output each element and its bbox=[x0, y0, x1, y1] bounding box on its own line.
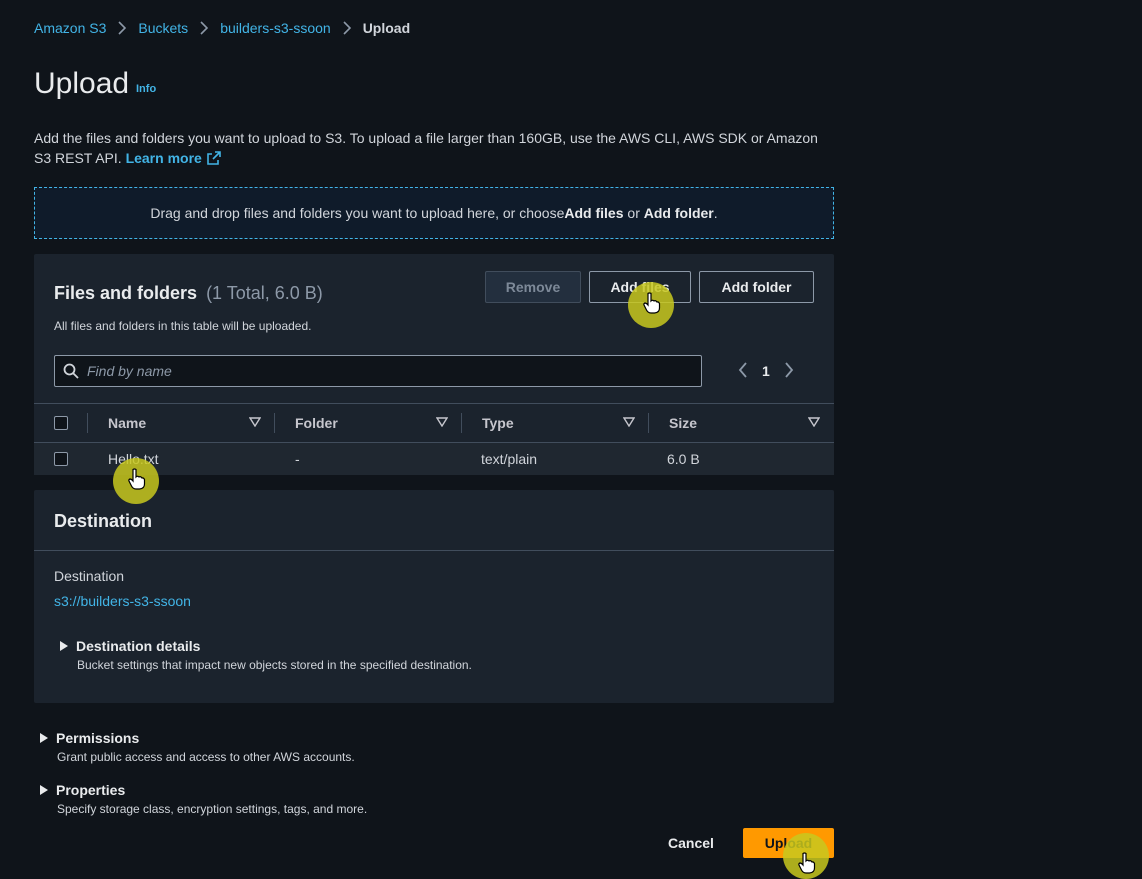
sort-icon[interactable] bbox=[623, 417, 635, 427]
destination-details-desc: Bucket settings that impact new objects … bbox=[77, 658, 472, 672]
dropzone-add-folder: Add folder bbox=[643, 205, 714, 221]
caret-right-icon bbox=[40, 785, 48, 795]
upload-dropzone[interactable]: Drag and drop files and folders you want… bbox=[34, 187, 834, 239]
breadcrumb-current: Upload bbox=[362, 20, 411, 36]
file-size: 6.0 B bbox=[667, 451, 700, 467]
breadcrumb: Amazon S3 Buckets builders-s3-ssoon Uplo… bbox=[34, 19, 410, 37]
properties-expander[interactable]: Properties bbox=[40, 782, 125, 798]
external-link-icon bbox=[207, 151, 221, 165]
properties-title: Properties bbox=[56, 782, 126, 798]
chevron-right-icon bbox=[200, 21, 209, 35]
column-header-folder[interactable]: Folder bbox=[295, 415, 338, 431]
breadcrumb-amazon-s3[interactable]: Amazon S3 bbox=[34, 20, 106, 36]
column-divider bbox=[461, 413, 462, 433]
next-page-icon[interactable] bbox=[784, 361, 794, 381]
hand-cursor-icon bbox=[798, 852, 816, 874]
search-input[interactable] bbox=[87, 363, 687, 379]
dropzone-or: or bbox=[623, 205, 644, 221]
breadcrumb-buckets[interactable]: Buckets bbox=[138, 20, 188, 36]
add-folder-button[interactable]: Add folder bbox=[699, 271, 814, 303]
column-header-type[interactable]: Type bbox=[482, 415, 514, 431]
permissions-title: Permissions bbox=[56, 730, 140, 746]
dropzone-period: . bbox=[713, 205, 718, 221]
files-count: (1 Total, 6.0 B) bbox=[206, 283, 323, 303]
permissions-desc: Grant public access and access to other … bbox=[57, 750, 355, 764]
column-divider bbox=[648, 413, 649, 433]
row-checkbox[interactable] bbox=[54, 452, 68, 466]
previous-page-icon[interactable] bbox=[738, 361, 748, 381]
file-folder: - bbox=[295, 451, 300, 467]
destination-label: Destination bbox=[54, 568, 125, 584]
files-panel-subtitle: All files and folders in this table will… bbox=[54, 319, 312, 333]
destination-title: Destination bbox=[54, 511, 153, 531]
dropzone-add-files: Add files bbox=[564, 205, 624, 221]
destination-details-header[interactable]: Destination details bbox=[60, 638, 200, 654]
dropzone-text: Drag and drop files and folders you want… bbox=[150, 205, 565, 221]
destination-details-title: Destination details bbox=[76, 638, 201, 654]
column-header-name[interactable]: Name bbox=[108, 415, 146, 431]
caret-right-icon bbox=[60, 641, 68, 651]
sort-icon[interactable] bbox=[249, 417, 261, 427]
caret-right-icon bbox=[40, 733, 48, 743]
properties-header[interactable]: Properties bbox=[40, 782, 125, 798]
hand-cursor-icon bbox=[643, 292, 661, 314]
search-icon bbox=[63, 363, 79, 379]
chevron-right-icon bbox=[343, 21, 351, 35]
column-divider bbox=[87, 413, 88, 433]
destination-path-link[interactable]: s3://builders-s3-ssoon bbox=[54, 593, 191, 609]
sort-icon[interactable] bbox=[808, 417, 820, 427]
search-box bbox=[54, 355, 702, 387]
info-link[interactable]: Info bbox=[136, 83, 156, 95]
learn-more-label: Learn more bbox=[125, 150, 202, 166]
pagination: 1 bbox=[738, 360, 794, 382]
divider bbox=[34, 550, 834, 551]
learn-more-link[interactable]: Learn more bbox=[126, 148, 221, 168]
files-title-text: Files and folders bbox=[54, 283, 198, 303]
sort-icon[interactable] bbox=[436, 417, 448, 427]
files-panel-title: Files and folders (1 Total, 6.0 B) bbox=[54, 283, 323, 304]
breadcrumb-bucket-name[interactable]: builders-s3-ssoon bbox=[220, 20, 331, 36]
page-number[interactable]: 1 bbox=[762, 363, 770, 379]
select-all-checkbox[interactable] bbox=[54, 416, 68, 430]
properties-desc: Specify storage class, encryption settin… bbox=[57, 802, 368, 816]
permissions-expander[interactable]: Permissions bbox=[40, 730, 139, 746]
hand-cursor-icon bbox=[128, 468, 146, 490]
permissions-header[interactable]: Permissions bbox=[40, 730, 139, 746]
column-header-size[interactable]: Size bbox=[669, 415, 697, 431]
file-type: text/plain bbox=[481, 451, 538, 467]
cancel-button[interactable]: Cancel bbox=[660, 828, 722, 858]
page-title: Upload bbox=[34, 67, 130, 100]
column-divider bbox=[274, 413, 275, 433]
table-header bbox=[34, 403, 834, 443]
destination-details-expander[interactable]: Destination details bbox=[60, 638, 200, 654]
chevron-right-icon bbox=[118, 21, 127, 35]
page-description: Add the files and folders you want to up… bbox=[34, 128, 834, 168]
remove-button[interactable]: Remove bbox=[485, 271, 581, 303]
